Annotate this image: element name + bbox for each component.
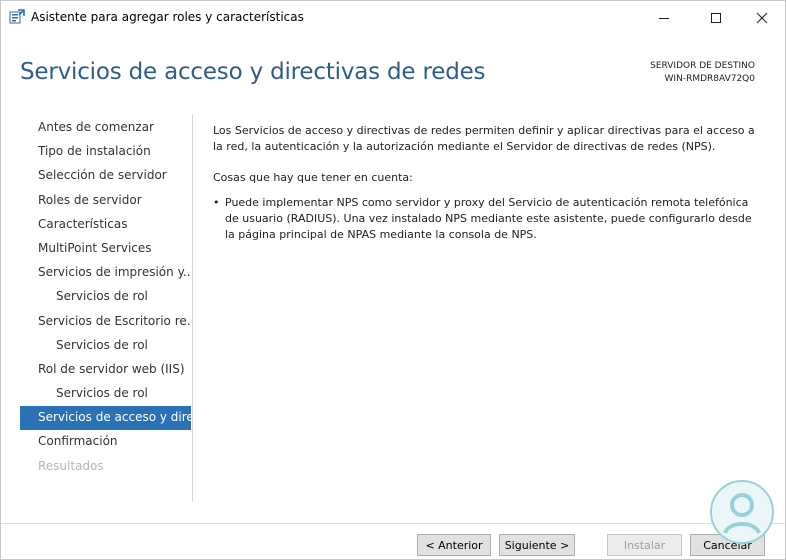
notes-heading: Cosas que hay que tener en cuenta: (213, 171, 413, 184)
nav-item[interactable]: Roles de servidor (20, 189, 191, 213)
wizard-window: Asistente para agregar roles y caracterí… (0, 0, 786, 560)
window-title: Asistente para agregar roles y caracterí… (31, 10, 304, 24)
maximize-icon (711, 12, 721, 23)
title-bar[interactable]: Asistente para agregar roles y caracterí… (1, 1, 785, 34)
page-title: Servicios de acceso y directivas de rede… (20, 59, 486, 85)
nav-item[interactable]: Antes de comenzar (20, 116, 191, 140)
nav-item[interactable]: Servicios de Escritorio re... (20, 310, 191, 334)
footer-divider (1, 523, 785, 524)
nav-item[interactable]: Servicios de rol (20, 382, 191, 406)
nav-item[interactable]: MultiPoint Services (20, 237, 191, 261)
next-button[interactable]: Siguiente > (499, 534, 575, 556)
minimize-button[interactable] (641, 1, 687, 34)
nav-item[interactable]: Tipo de instalación (20, 140, 191, 164)
nav-item[interactable]: Servicios de impresión y... (20, 261, 191, 285)
intro-text: Los Servicios de acceso y directivas de … (213, 124, 755, 153)
watermark-logo-icon (709, 479, 775, 545)
maximize-button[interactable] (693, 1, 739, 34)
install-button: Instalar (607, 534, 682, 556)
list-item: • Puede implementar NPS como servidor y … (213, 195, 763, 243)
nav-item: Resultados (38, 458, 104, 473)
previous-button[interactable]: < Anterior (417, 534, 491, 556)
nav-item[interactable]: Confirmación (20, 430, 191, 454)
minimize-icon (659, 17, 669, 19)
nav-item[interactable]: Características (20, 213, 191, 237)
nav-item[interactable]: Selección de servidor (20, 164, 191, 188)
wizard-navigation: Antes de comenzar Tipo de instalación Sele… (20, 116, 191, 479)
nav-item[interactable]: Rol de servidor web (IIS) (20, 358, 191, 382)
nav-item[interactable]: Servicios de rol (20, 285, 191, 309)
close-button[interactable] (739, 1, 785, 34)
bullet-text: Puede implementar NPS como servidor y pr… (225, 196, 752, 241)
nav-divider (192, 114, 193, 502)
server-manager-icon (9, 9, 25, 25)
close-icon (756, 12, 768, 23)
nav-item[interactable]: Servicios de acceso y dire... (20, 406, 191, 431)
destination-server-label: SERVIDOR DE DESTINO (650, 61, 755, 71)
destination-server-name: WIN-RMDR8AV72Q0 (664, 74, 755, 84)
content-panel: Los Servicios de acceso y directivas de … (213, 123, 763, 243)
bullet-icon: • (213, 196, 220, 209)
nav-item[interactable]: Servicios de rol (20, 334, 191, 358)
